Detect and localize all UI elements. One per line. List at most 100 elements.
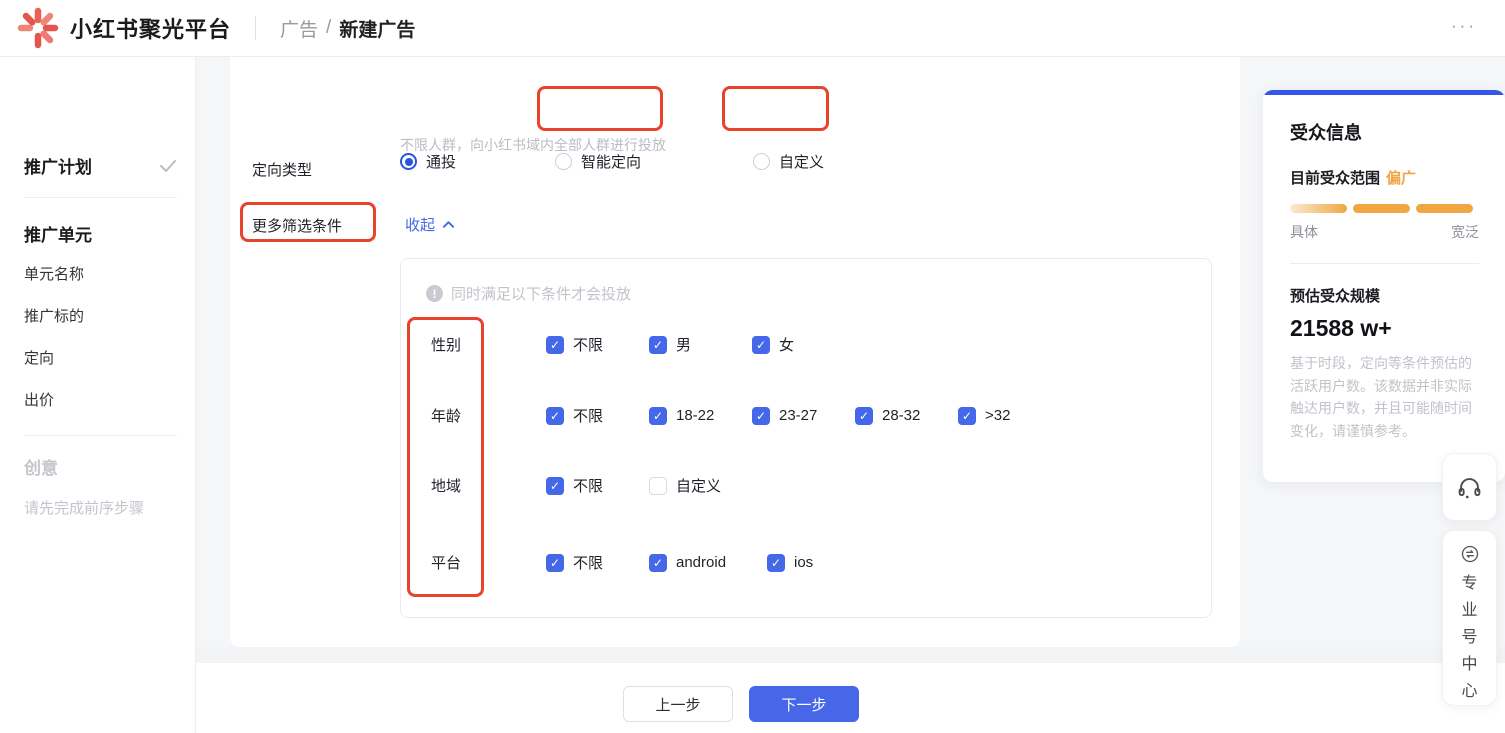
- checkbox-option[interactable]: ✓ 自定义: [649, 475, 752, 496]
- condition-row-gender: 性别 ✓ 不限 ✓ 男 ✓ 女: [431, 334, 1187, 355]
- checkbox-icon[interactable]: ✓: [767, 554, 785, 572]
- checkbox-label: 自定义: [676, 475, 721, 496]
- checkbox-icon[interactable]: ✓: [855, 407, 873, 425]
- checkbox-icon[interactable]: ✓: [546, 407, 564, 425]
- sidebar-divider: [24, 197, 177, 198]
- radio-option-custom[interactable]: 自定义: [753, 151, 824, 172]
- audience-range-meter: [1290, 204, 1479, 213]
- sidebar-item-targeting[interactable]: 定向: [24, 347, 54, 368]
- checkbox-option[interactable]: ✓ 23-27: [752, 407, 855, 425]
- checkbox-label: >32: [985, 407, 1010, 424]
- audience-range-row: 目前受众范围偏广: [1290, 167, 1479, 188]
- checkbox-option[interactable]: ✓ 女: [752, 334, 855, 355]
- audience-card-title: 受众信息: [1290, 119, 1479, 145]
- checkbox-icon[interactable]: ✓: [546, 554, 564, 572]
- sidebar-item-plan[interactable]: 推广计划: [24, 153, 177, 178]
- checkbox-icon[interactable]: ✓: [649, 477, 667, 495]
- brand-title: 小红书聚光平台: [70, 12, 231, 44]
- targeting-description: 不限人群，向小红书域内全部人群进行投放: [400, 135, 666, 155]
- checkbox-icon[interactable]: ✓: [649, 407, 667, 425]
- collapse-label: 收起: [405, 214, 435, 235]
- chevron-up-icon: [442, 220, 455, 229]
- conditions-panel: ! 同时满足以下条件才会投放 性别 ✓ 不限 ✓ 男 ✓ 女: [400, 258, 1212, 618]
- info-icon: !: [426, 285, 443, 302]
- condition-label: 年龄: [431, 405, 546, 426]
- checkbox-option[interactable]: ✓ 不限: [546, 405, 649, 426]
- swap-icon: [1459, 544, 1481, 564]
- scale-left-label: 具体: [1290, 222, 1318, 242]
- checkbox-option[interactable]: ✓ 不限: [546, 475, 649, 496]
- headset-icon: [1456, 474, 1483, 501]
- checkbox-icon[interactable]: ✓: [752, 407, 770, 425]
- meter-segment: [1353, 204, 1410, 213]
- checkbox-option[interactable]: ✓ 不限: [546, 334, 649, 355]
- audience-estimate-label: 预估受众规模: [1290, 285, 1479, 306]
- radio-icon[interactable]: [400, 153, 417, 170]
- targeting-type-label: 定向类型: [252, 159, 312, 180]
- more-filters-label: 更多筛选条件: [252, 215, 342, 236]
- checkbox-option[interactable]: ✓ 18-22: [649, 407, 752, 425]
- checkbox-icon[interactable]: ✓: [649, 336, 667, 354]
- checkbox-icon[interactable]: ✓: [649, 554, 667, 572]
- collapse-link[interactable]: 收起: [405, 214, 455, 235]
- condition-label: 地域: [431, 475, 546, 496]
- audience-scale-labels: 具体 宽泛: [1290, 222, 1479, 242]
- audience-info-card: 受众信息 目前受众范围偏广 具体 宽泛 预估受众规模 21588 w+ 基于时段…: [1263, 90, 1505, 482]
- header-divider: [255, 16, 256, 40]
- checkbox-label: 男: [676, 334, 691, 355]
- meter-segment: [1416, 204, 1473, 213]
- audience-estimate-value: 21588 w+: [1290, 315, 1479, 342]
- targeting-form-card: 定向类型 通投 智能定向 自定义 不限人群，向小红书域内全部人群进行投放 更多筛…: [230, 57, 1240, 647]
- checkbox-label: 23-27: [779, 407, 817, 424]
- conditions-notice: ! 同时满足以下条件才会投放: [426, 283, 631, 304]
- checkbox-label: 女: [779, 334, 794, 355]
- checkbox-label: 18-22: [676, 407, 714, 424]
- checkbox-option[interactable]: ✓ 男: [649, 334, 752, 355]
- sidebar-divider: [24, 435, 177, 436]
- sidebar-item-creative: 创意: [24, 454, 58, 479]
- sidebar-item-unit[interactable]: 推广单元: [24, 221, 177, 246]
- checkbox-label: 不限: [573, 475, 603, 496]
- sidebar-item-bid[interactable]: 出价: [24, 389, 54, 410]
- checkbox-icon[interactable]: ✓: [546, 477, 564, 495]
- customer-support-button[interactable]: [1442, 453, 1497, 521]
- conditions-notice-text: 同时满足以下条件才会投放: [451, 283, 631, 304]
- more-options-icon[interactable]: ···: [1451, 16, 1477, 36]
- sidebar-plan-label: 推广计划: [24, 153, 92, 178]
- checkbox-icon[interactable]: ✓: [546, 336, 564, 354]
- checkbox-option[interactable]: ✓ android: [649, 554, 767, 572]
- page: 小红书聚光平台 广告 / 新建广告 ··· 推广计划 推广单元 单元名称 推广标…: [0, 0, 1505, 733]
- condition-label: 性别: [431, 334, 546, 355]
- checkbox-option[interactable]: ✓ ios: [767, 554, 870, 572]
- condition-row-age: 年龄 ✓ 不限 ✓ 18-22 ✓ 23-27 ✓ 28-32: [431, 405, 1187, 426]
- step-complete-check-icon: [159, 159, 177, 173]
- checkbox-label: 28-32: [882, 407, 920, 424]
- meter-segment: [1290, 204, 1347, 213]
- checkbox-option[interactable]: ✓ >32: [958, 407, 1061, 425]
- radio-icon[interactable]: [753, 153, 770, 170]
- checkbox-label: 不限: [573, 334, 603, 355]
- checkbox-label: 不限: [573, 405, 603, 426]
- sidebar-item-unit-name[interactable]: 单元名称: [24, 263, 84, 284]
- breadcrumb-section[interactable]: 广告: [280, 15, 318, 42]
- checkbox-option[interactable]: ✓ 不限: [546, 552, 649, 573]
- pro-account-center-label: 专业号中心: [1461, 570, 1479, 705]
- sidebar-item-promo-target[interactable]: 推广标的: [24, 305, 84, 326]
- sidebar-creative-hint: 请先完成前序步骤: [24, 497, 144, 518]
- checkbox-icon[interactable]: ✓: [752, 336, 770, 354]
- next-step-button[interactable]: 下一步: [749, 686, 859, 722]
- checkbox-label: 不限: [573, 552, 603, 573]
- top-header: 小红书聚光平台 广告 / 新建广告 ···: [0, 0, 1505, 57]
- audience-disclaimer: 基于时段，定向等条件预估的活跃用户数。该数据并非实际触达用户数，并且可能随时间变…: [1290, 352, 1479, 443]
- audience-range-value: 偏广: [1386, 170, 1416, 187]
- checkbox-icon[interactable]: ✓: [958, 407, 976, 425]
- scale-right-label: 宽泛: [1451, 222, 1479, 242]
- radio-icon[interactable]: [555, 153, 572, 170]
- checkbox-option[interactable]: ✓ 28-32: [855, 407, 958, 425]
- brand-logo-icon: [16, 6, 60, 50]
- prev-step-button[interactable]: 上一步: [623, 686, 733, 722]
- checkbox-label: ios: [794, 554, 813, 571]
- pro-account-center-button[interactable]: 专业号中心: [1442, 530, 1497, 706]
- radio-label: 自定义: [779, 151, 824, 172]
- condition-label: 平台: [431, 552, 546, 573]
